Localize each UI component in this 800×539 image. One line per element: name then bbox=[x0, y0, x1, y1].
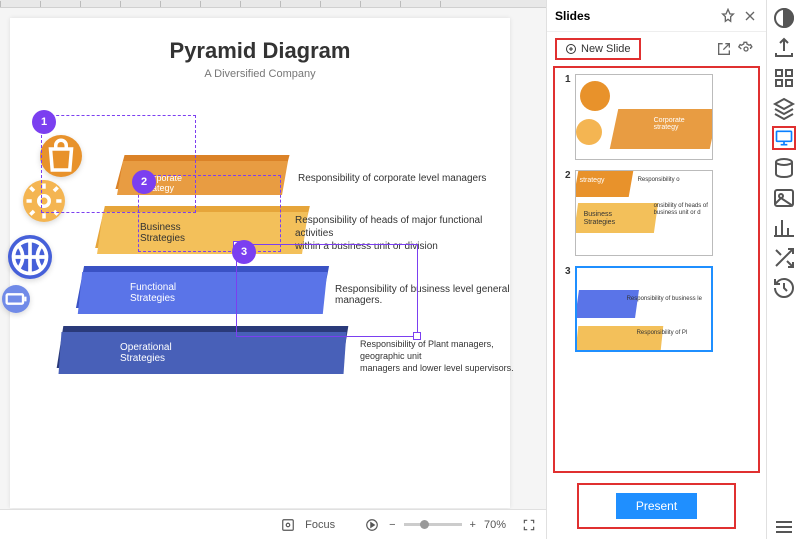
pyramid-diagram[interactable]: 1 2 3 Corporate strategy Responsibility … bbox=[20, 110, 500, 430]
slides-panel: Slides New Slide 1 Corporate strategy bbox=[546, 0, 766, 539]
basketball-icon[interactable] bbox=[8, 235, 52, 279]
image-icon[interactable] bbox=[772, 186, 796, 210]
share-icon[interactable] bbox=[716, 41, 732, 57]
export-icon[interactable] bbox=[772, 36, 796, 60]
layers-icon[interactable] bbox=[772, 96, 796, 120]
selection-box-2[interactable] bbox=[138, 175, 281, 252]
focus-icon[interactable] bbox=[281, 518, 295, 532]
canvas-area[interactable]: Pyramid Diagram A Diversified Company 1 … bbox=[0, 0, 546, 539]
play-icon[interactable] bbox=[365, 518, 379, 532]
zoom-out-icon[interactable]: − bbox=[389, 519, 395, 531]
statusbar: Focus − + 70% bbox=[0, 509, 546, 539]
thumb-2-l2: Business Strategies bbox=[584, 211, 616, 227]
database-icon[interactable] bbox=[772, 156, 796, 180]
level-3-label: Functional Strategies bbox=[130, 282, 176, 304]
selection-badge-3: 3 bbox=[232, 240, 256, 264]
selection-badge-1: 1 bbox=[32, 110, 56, 134]
settings-icon[interactable] bbox=[738, 41, 754, 57]
page-title: Pyramid Diagram bbox=[20, 38, 500, 64]
zoom-value: 70% bbox=[484, 519, 506, 531]
thumb-2-d2: onsibility of heads of business unit or … bbox=[654, 203, 708, 217]
level-1-desc: Responsibility of corporate level manage… bbox=[298, 173, 486, 184]
chart-icon[interactable] bbox=[772, 216, 796, 240]
thumb-3-d1: Responsibility of business le bbox=[627, 296, 702, 302]
theme-icon[interactable] bbox=[772, 6, 796, 30]
slide-thumbnails: 1 Corporate strategy 2 strategy Business… bbox=[553, 66, 760, 473]
page-subtitle: A Diversified Company bbox=[20, 68, 500, 80]
canvas-page[interactable]: Pyramid Diagram A Diversified Company 1 … bbox=[10, 18, 510, 508]
thumb-2-preview[interactable]: strategy Business Strategies Responsibil… bbox=[575, 170, 713, 256]
thumb-1-label: Corporate strategy bbox=[654, 117, 685, 131]
thumb-2-l1: strategy bbox=[580, 177, 605, 184]
grid-icon[interactable] bbox=[772, 66, 796, 90]
level-4-label: Operational Strategies bbox=[120, 342, 172, 364]
slideshow-icon[interactable] bbox=[772, 126, 796, 150]
thumb-2-number: 2 bbox=[565, 170, 571, 256]
thumb-3-number: 3 bbox=[565, 266, 571, 352]
zoom-control[interactable]: − + 70% bbox=[389, 519, 506, 531]
history-icon[interactable] bbox=[772, 276, 796, 300]
present-button[interactable]: Present bbox=[616, 493, 697, 519]
pin-icon[interactable] bbox=[720, 8, 736, 24]
battery-icon[interactable] bbox=[2, 285, 30, 313]
close-icon[interactable] bbox=[742, 8, 758, 24]
new-slide-label: New Slide bbox=[581, 43, 631, 55]
thumb-1-preview[interactable]: Corporate strategy bbox=[575, 74, 713, 160]
focus-label: Focus bbox=[305, 519, 335, 531]
new-slide-button[interactable]: New Slide bbox=[555, 38, 641, 60]
thumb-2-d1: Responsibility o bbox=[638, 177, 680, 183]
ruler-top bbox=[0, 0, 546, 8]
zoom-in-icon[interactable]: + bbox=[470, 519, 476, 531]
thumb-3-d2: Responsibility of Pl bbox=[637, 330, 688, 336]
plus-icon bbox=[565, 43, 577, 55]
selection-badge-2: 2 bbox=[132, 170, 156, 194]
menu-icon[interactable] bbox=[772, 515, 796, 539]
fullscreen-icon[interactable] bbox=[522, 518, 536, 532]
slides-panel-title: Slides bbox=[555, 9, 714, 23]
selection-box-3[interactable] bbox=[236, 244, 418, 337]
level-4-desc: Responsibility of Plant managers, geogra… bbox=[360, 338, 520, 374]
zoom-thumb[interactable] bbox=[420, 520, 429, 529]
right-toolbar bbox=[766, 0, 800, 539]
thumb-3-preview[interactable]: Responsibility of business le Responsibi… bbox=[575, 266, 713, 352]
thumb-1-number: 1 bbox=[565, 74, 571, 160]
shuffle-icon[interactable] bbox=[772, 246, 796, 270]
